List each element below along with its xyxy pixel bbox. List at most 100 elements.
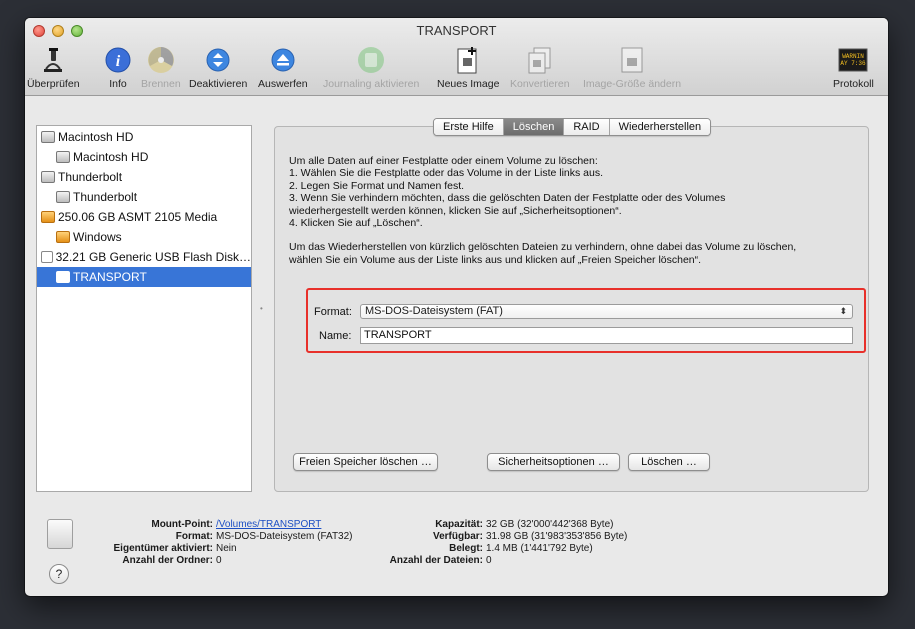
volume-item-macintosh-hd[interactable]: Macintosh HD: [37, 147, 251, 167]
resize-image-icon: [615, 44, 649, 76]
volume-item-label: Windows: [73, 230, 122, 244]
volume-info: ? Mount-Point: /Volumes/TRANSPORT Format…: [25, 503, 888, 596]
format-info-label: Format:: [175, 531, 213, 542]
disk-item-label: 32.21 GB Generic USB Flash Disk…: [55, 250, 251, 264]
usb-disk-icon: [41, 251, 53, 263]
toolbar-eject-label: Auswerfen: [258, 78, 308, 90]
owners-value: Nein: [216, 543, 237, 554]
external-disk-icon: [41, 211, 55, 223]
volume-item-windows[interactable]: Windows: [37, 227, 251, 247]
updown-chevron-icon: ⬍: [839, 306, 847, 316]
toolbar-info-label: Info: [109, 78, 127, 90]
external-disk-icon: [56, 231, 70, 243]
capacity-value: 32 GB (32'000'442'368 Byte): [486, 519, 614, 530]
files-value: 0: [486, 555, 492, 566]
new-image-icon: [451, 44, 485, 76]
toolbar-log-label: Protokoll: [833, 78, 874, 90]
toolbar-burn-button[interactable]: Brennen: [141, 44, 181, 90]
toolbar-unmount-label: Deaktivieren: [189, 78, 248, 90]
used-value: 1.4 MB (1'441'792 Byte): [486, 543, 593, 554]
volume-item-label: Macintosh HD: [73, 150, 149, 164]
unmount-icon: [201, 44, 235, 76]
instruction-step: 1. Wählen Sie die Festplatte oder das Vo…: [289, 167, 604, 180]
toolbar-log-button[interactable]: WARNIN AY 7:36 Protokoll: [833, 44, 874, 90]
toolbar-convert-label: Konvertieren: [510, 78, 570, 90]
usb-disk-icon: [56, 271, 70, 283]
disk-item-label: Thunderbolt: [58, 170, 123, 184]
usb-drive-icon: [47, 519, 73, 549]
microscope-icon: [36, 44, 70, 76]
mount-point-label: Mount-Point:: [151, 519, 213, 530]
toolbar-journaling-button[interactable]: Journaling aktivieren: [323, 44, 419, 90]
burn-disc-icon: [144, 44, 178, 76]
format-select-value: MS-DOS-Dateisystem (FAT): [365, 305, 503, 317]
toolbar-new-image-button[interactable]: Neues Image: [437, 44, 499, 90]
toolbar-unmount-button[interactable]: Deaktivieren: [189, 44, 247, 90]
svg-text:i: i: [116, 53, 121, 70]
svg-text:AY 7:36: AY 7:36: [841, 60, 867, 67]
toolbar-journaling-label: Journaling aktivieren: [323, 78, 420, 90]
disk-item-usb-flash[interactable]: 32.21 GB Generic USB Flash Disk…: [37, 247, 251, 267]
help-button[interactable]: ?: [49, 564, 69, 584]
volume-item-label: TRANSPORT: [73, 270, 147, 284]
tab-raid[interactable]: RAID: [564, 119, 610, 135]
used-label: Belegt:: [449, 543, 483, 554]
toolbar-eject-button[interactable]: Auswerfen: [258, 44, 308, 90]
toolbar-info-button[interactable]: i Info: [101, 44, 135, 90]
volume-item-label: Thunderbolt: [73, 190, 138, 204]
security-options-button[interactable]: Sicherheitsoptionen …: [487, 453, 620, 471]
internal-disk-icon: [56, 151, 70, 163]
tab-erase[interactable]: Löschen: [503, 119, 565, 135]
toolbar-convert-button[interactable]: Konvertieren: [510, 44, 570, 90]
erase-instructions: Um alle Daten auf einer Festplatte oder …: [289, 155, 859, 266]
instruction-step: 4. Klicken Sie auf „Löschen“.: [289, 217, 423, 230]
volume-name-input[interactable]: TRANSPORT: [360, 327, 853, 344]
disk-item-asmt-media[interactable]: 250.06 GB ASMT 2105 Media: [37, 207, 251, 227]
format-info-value: MS-DOS-Dateisystem (FAT32): [216, 531, 353, 542]
split-view-handle[interactable]: •: [260, 304, 263, 313]
mount-point-link[interactable]: /Volumes/TRANSPORT: [216, 519, 321, 531]
disk-list[interactable]: Macintosh HD Macintosh HD Thunderbolt Th…: [36, 125, 252, 492]
toolbar-resize-image-button[interactable]: Image-Größe ändern: [583, 44, 681, 90]
volume-item-thunderbolt[interactable]: Thunderbolt: [37, 187, 251, 207]
toolbar-resize-image-label: Image-Größe ändern: [583, 78, 682, 90]
owners-label: Eigentümer aktiviert:: [113, 543, 213, 554]
internal-disk-icon: [56, 191, 70, 203]
titlebar: TRANSPORT Überprüfen i Info Brennen Deak…: [25, 18, 888, 96]
available-label: Verfügbar:: [432, 531, 483, 542]
available-value: 31.98 GB (31'983'353'856 Byte): [486, 531, 628, 542]
instruction-free-space: wählen Sie ein Volume aus der Liste link…: [289, 253, 702, 266]
tab-restore[interactable]: Wiederherstellen: [609, 119, 711, 135]
disk-item-label: 250.06 GB ASMT 2105 Media: [58, 210, 218, 224]
toolbar-verify-button[interactable]: Überprüfen: [27, 44, 80, 90]
instruction-intro: Um alle Daten auf einer Festplatte oder …: [289, 155, 598, 167]
internal-disk-icon: [41, 171, 55, 183]
format-label: Format:: [314, 306, 352, 318]
eject-icon: [266, 44, 300, 76]
folders-label: Anzahl der Ordner:: [122, 555, 213, 566]
log-icon: WARNIN AY 7:36: [836, 44, 870, 76]
disk-item-macintosh-hd[interactable]: Macintosh HD: [37, 127, 251, 147]
format-select[interactable]: MS-DOS-Dateisystem (FAT) ⬍: [360, 304, 853, 319]
instruction-step: wiederhergestellt werden können, klicken…: [289, 204, 622, 217]
toolbar-burn-label: Brennen: [141, 78, 181, 90]
volume-item-transport[interactable]: TRANSPORT: [37, 267, 251, 287]
disk-utility-window: TRANSPORT Überprüfen i Info Brennen Deak…: [25, 18, 888, 596]
toolbar-verify-label: Überprüfen: [27, 78, 80, 90]
info-icon: i: [101, 44, 135, 76]
instruction-step: 3. Wenn Sie verhindern möchten, dass die…: [289, 192, 726, 205]
erase-free-space-button[interactable]: Freien Speicher löschen …: [293, 453, 438, 471]
name-label: Name:: [319, 330, 352, 342]
erase-button[interactable]: Löschen …: [628, 453, 710, 471]
window-title: TRANSPORT: [416, 23, 497, 38]
journaling-icon: [354, 44, 388, 76]
folders-value: 0: [216, 555, 222, 566]
disk-item-thunderbolt[interactable]: Thunderbolt: [37, 167, 251, 187]
toolbar-new-image-label: Neues Image: [437, 78, 500, 90]
instruction-step: 2. Legen Sie Format und Namen fest.: [289, 179, 465, 192]
svg-text:WARNIN: WARNIN: [843, 53, 865, 60]
capacity-label: Kapazität:: [435, 519, 483, 530]
files-label: Anzahl der Dateien:: [389, 555, 483, 566]
tab-first-aid[interactable]: Erste Hilfe: [434, 119, 504, 135]
internal-disk-icon: [41, 131, 55, 143]
